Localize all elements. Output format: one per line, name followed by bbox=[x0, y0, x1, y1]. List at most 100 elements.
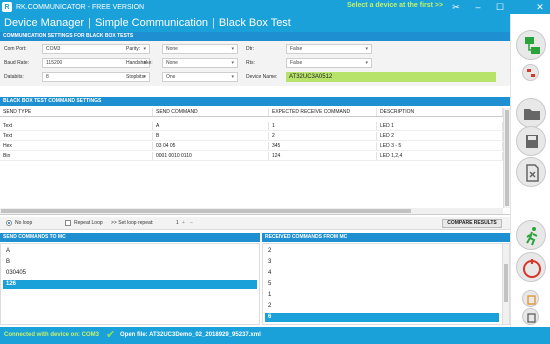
parity-label: Parity: bbox=[126, 46, 141, 52]
cell-expected-receive[interactable]: 2 bbox=[269, 132, 377, 140]
decrement-icon[interactable]: – bbox=[190, 220, 193, 226]
table-row[interactable]: Bin 0001 0010 0110 124 LED 1,2,4 bbox=[0, 152, 503, 161]
table-row[interactable]: Hex 03 04 05 345 LED 3 - 5 bbox=[0, 142, 503, 151]
clear-received-icon[interactable] bbox=[522, 308, 539, 325]
command-table: SEND TYPE SEND COMMAND EXPECTED RECEIVE … bbox=[0, 108, 510, 215]
minimize-icon[interactable]: – bbox=[472, 1, 484, 13]
list-item[interactable]: 2 bbox=[265, 247, 499, 256]
set-loop-repeat-label: >> Set loop repeat: bbox=[111, 220, 154, 226]
list-item-selected[interactable]: 6 bbox=[265, 313, 499, 322]
com-port-value: COM3 bbox=[46, 46, 61, 52]
cell-description[interactable]: LED 1 bbox=[377, 122, 503, 130]
column-header-send-type[interactable]: SEND TYPE bbox=[0, 108, 153, 116]
increment-icon[interactable]: + bbox=[182, 220, 185, 226]
no-loop-radio[interactable] bbox=[6, 220, 12, 226]
cell-send-command[interactable]: 0001 0010 0110 bbox=[153, 152, 269, 160]
open-folder-icon[interactable] bbox=[516, 98, 546, 128]
scrollbar-thumb[interactable] bbox=[505, 110, 509, 206]
list-item[interactable]: 1 bbox=[265, 291, 499, 300]
cell-send-command[interactable]: 03 04 05 bbox=[153, 142, 269, 150]
device-name-field[interactable]: AT32UC3A0512 bbox=[286, 72, 496, 82]
chevron-down-icon: ▾ bbox=[231, 74, 234, 80]
cell-expected-receive[interactable]: 1 bbox=[269, 122, 377, 130]
com-port-label: Com Port: bbox=[4, 46, 27, 52]
list-item[interactable]: A bbox=[3, 247, 257, 256]
parity-value: None bbox=[166, 46, 178, 52]
dtr-select[interactable]: False ▾ bbox=[286, 44, 372, 54]
table-row[interactable]: Text B 2 LED 2 bbox=[0, 132, 503, 141]
cell-send-type[interactable]: Hex bbox=[0, 142, 153, 150]
cell-send-command[interactable]: A bbox=[153, 122, 269, 130]
cell-expected-receive[interactable]: 124 bbox=[269, 152, 377, 160]
cell-send-type[interactable]: Text bbox=[0, 132, 153, 140]
table-vertical-scrollbar[interactable] bbox=[503, 108, 510, 208]
app-icon: R bbox=[2, 2, 12, 12]
device-name-label: Device Name: bbox=[246, 74, 278, 80]
rts-select[interactable]: False ▾ bbox=[286, 58, 372, 68]
chevron-down-icon: ▾ bbox=[365, 46, 368, 52]
column-header-description[interactable]: DESCRIPTION bbox=[377, 108, 503, 116]
command-settings-heading: BLACK BOX TEST COMMAND SETTINGS bbox=[0, 97, 510, 106]
list-item[interactable]: 4 bbox=[265, 269, 499, 278]
compare-results-button[interactable]: COMPARE RESULTS bbox=[442, 219, 502, 228]
send-commands-list[interactable]: A B 030405 126 bbox=[0, 243, 260, 325]
stop-test-icon[interactable] bbox=[516, 252, 546, 282]
breadcrumb-simple-communication[interactable]: Simple Communication bbox=[95, 17, 208, 29]
breadcrumb-black-box-test[interactable]: Black Box Test bbox=[219, 17, 291, 29]
cell-expected-receive[interactable]: 345 bbox=[269, 142, 377, 150]
repeat-loop-checkbox[interactable] bbox=[65, 220, 71, 226]
breadcrumb-device-manager[interactable]: Device Manager bbox=[4, 17, 84, 29]
dtr-label: Dtr: bbox=[246, 46, 255, 52]
cell-description[interactable]: LED 2 bbox=[377, 132, 503, 140]
loop-repeat-value[interactable]: 1 bbox=[176, 220, 179, 226]
column-header-expected-receive[interactable]: EXPECTED RECEIVE COMMAND bbox=[269, 108, 377, 116]
list-item[interactable]: 2 bbox=[265, 302, 499, 311]
cell-description[interactable]: LED 1,2,4 bbox=[377, 152, 503, 160]
list-item[interactable]: B bbox=[3, 258, 257, 267]
handshake-label: Handshake: bbox=[126, 60, 153, 66]
cell-send-type[interactable]: Text bbox=[0, 122, 153, 130]
send-commands-heading: SEND COMMANDS TO MC bbox=[0, 233, 260, 242]
communication-settings-panel: Com Port: COM3 ▾ Baud Rate: 115200 ▾ Datab… bbox=[0, 41, 510, 86]
databits-label: Databits: bbox=[4, 74, 24, 80]
parity-select[interactable]: None ▾ bbox=[162, 44, 238, 54]
column-header-send-command[interactable]: SEND COMMAND bbox=[153, 108, 269, 116]
save-icon[interactable] bbox=[516, 126, 546, 156]
breadcrumb-separator: | bbox=[212, 17, 215, 29]
list-item[interactable]: 3 bbox=[265, 258, 499, 267]
new-file-icon[interactable] bbox=[516, 157, 546, 187]
list-item[interactable]: 5 bbox=[265, 280, 499, 289]
stopbits-select[interactable]: One ▾ bbox=[162, 72, 238, 82]
status-bar: Connected with device on: COM3 ✔ Open fi… bbox=[0, 327, 550, 344]
received-commands-list[interactable]: 2 3 4 5 1 2 6 bbox=[262, 243, 510, 325]
cell-send-command[interactable]: B bbox=[153, 132, 269, 140]
communication-settings-heading: COMMUNICATION SETTINGS FOR BLACK BOX TES… bbox=[0, 32, 510, 41]
scrollbar-thumb[interactable] bbox=[504, 264, 508, 302]
handshake-select[interactable]: None ▾ bbox=[162, 58, 238, 68]
close-icon[interactable]: ✕ bbox=[534, 1, 546, 13]
received-list-scrollbar[interactable] bbox=[502, 244, 509, 324]
list-item[interactable]: 030405 bbox=[3, 269, 257, 278]
table-row[interactable]: Text A 1 LED 1 bbox=[0, 122, 503, 131]
clear-sent-icon[interactable] bbox=[522, 290, 539, 307]
chevron-down-icon: ▾ bbox=[143, 46, 146, 52]
run-test-icon[interactable] bbox=[516, 220, 546, 250]
list-item-selected[interactable]: 126 bbox=[3, 280, 257, 289]
maximize-icon[interactable]: ☐ bbox=[494, 1, 506, 13]
cell-send-type[interactable]: Bin bbox=[0, 152, 153, 160]
title-bar: R RK.COMMUNICATOR - FREE VERSION Select … bbox=[0, 0, 550, 14]
select-device-hint: Select a device at the first >> bbox=[347, 2, 444, 9]
no-loop-label: No loop bbox=[15, 220, 33, 226]
dtr-value: False bbox=[290, 46, 303, 52]
scrollbar-thumb[interactable] bbox=[1, 209, 411, 213]
table-horizontal-scrollbar[interactable] bbox=[0, 208, 503, 214]
open-file-status: Open file: AT32UC3Demo_02_2018929_95237.… bbox=[120, 332, 261, 338]
cell-description[interactable]: LED 3 - 5 bbox=[377, 142, 503, 150]
rts-value: False bbox=[290, 60, 303, 66]
rts-label: Rts: bbox=[246, 60, 255, 66]
disconnect-icon[interactable] bbox=[522, 64, 539, 81]
received-commands-heading: RECEIVED COMMANDS FROM MC bbox=[262, 233, 510, 242]
device-manager-icon[interactable] bbox=[516, 30, 546, 60]
stopbits-label: Stopbits: bbox=[126, 74, 146, 80]
tools-icon[interactable]: ✂ bbox=[450, 1, 462, 13]
